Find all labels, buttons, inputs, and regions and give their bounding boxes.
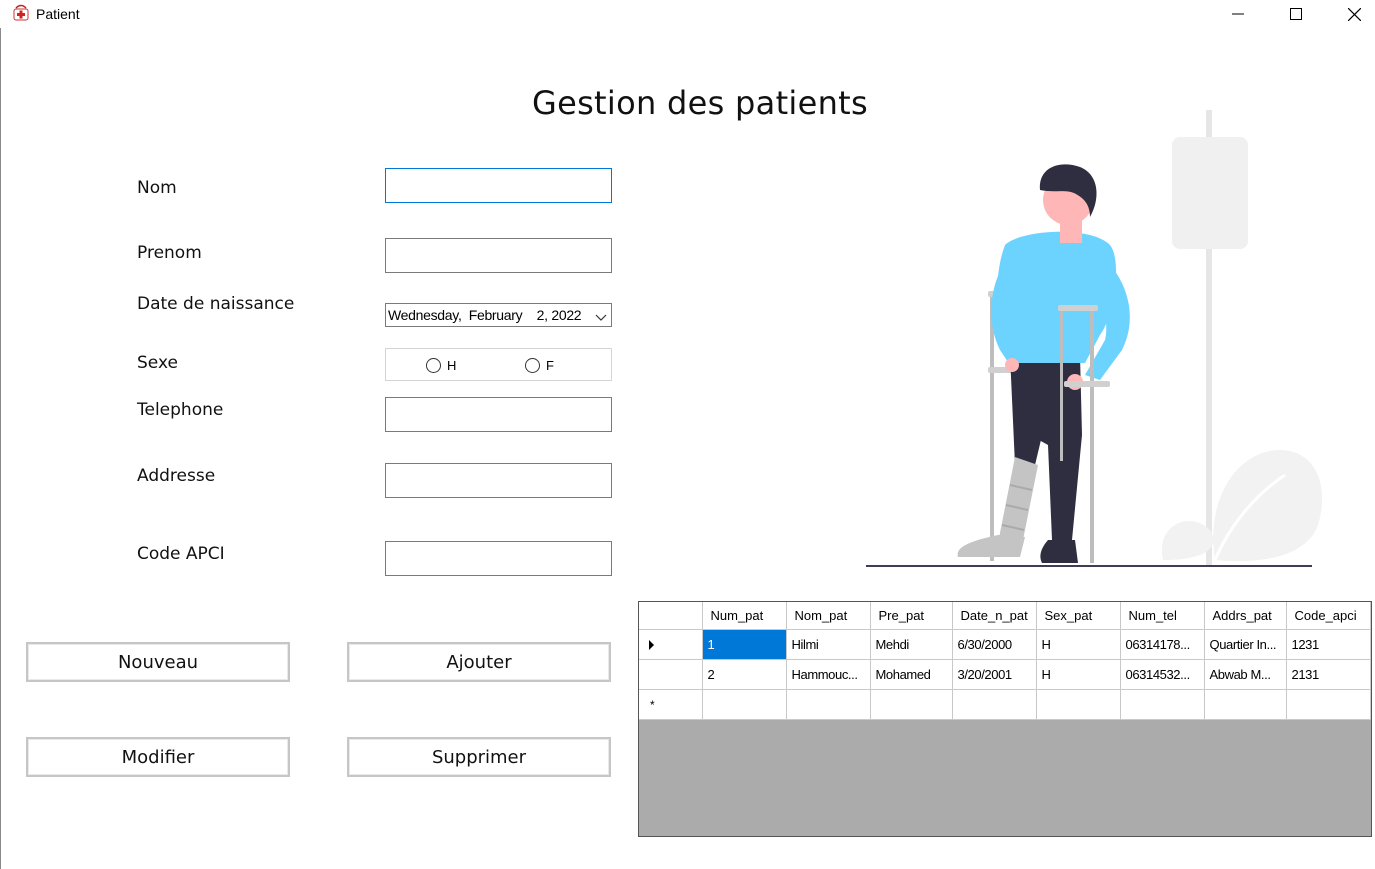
sexe-option-h: H — [447, 358, 457, 373]
column-header[interactable]: Pre_pat — [870, 602, 953, 630]
window-title: Patient — [36, 6, 80, 22]
chevron-down-icon[interactable] — [595, 309, 607, 325]
table-cell[interactable]: Quartier In... — [1204, 629, 1287, 660]
minimize-button[interactable] — [1209, 0, 1267, 28]
table-cell[interactable] — [702, 689, 787, 720]
table-cell[interactable] — [870, 689, 953, 720]
radio-circle-icon — [426, 358, 441, 373]
sexe-radio-f[interactable]: F — [525, 358, 554, 373]
column-header[interactable]: Nom_pat — [786, 602, 871, 630]
medical-cross-icon — [12, 4, 30, 22]
addresse-input[interactable] — [385, 463, 612, 498]
prenom-input[interactable] — [385, 238, 612, 273]
close-button[interactable] — [1325, 0, 1375, 28]
date-naissance-picker[interactable]: Wednesday, February 2, 2022 — [385, 303, 612, 327]
date-value: Wednesday, February 2, 2022 — [388, 307, 582, 323]
nom-label: Nom — [137, 178, 177, 198]
table-cell[interactable] — [1286, 689, 1371, 720]
column-header[interactable]: Code_apci — [1286, 602, 1371, 630]
column-header[interactable]: Date_n_pat — [952, 602, 1037, 630]
table-cell[interactable]: Hammouc... — [786, 659, 871, 690]
prenom-label: Prenom — [137, 243, 202, 263]
sexe-radio-h[interactable]: H — [426, 358, 456, 373]
table-cell[interactable] — [786, 689, 871, 720]
new-row[interactable]: * — [639, 689, 1371, 720]
row-header-corner — [639, 602, 703, 630]
maximize-button[interactable] — [1267, 0, 1325, 28]
column-header[interactable]: Sex_pat — [1036, 602, 1121, 630]
table-cell[interactable]: 2 — [702, 659, 787, 690]
patient-crutches-illustration — [866, 110, 1323, 567]
window-border — [0, 28, 1, 869]
table-cell[interactable]: 6/30/2000 — [952, 629, 1037, 660]
table-cell[interactable]: Abwab M... — [1204, 659, 1287, 690]
current-row-arrow-icon — [649, 640, 654, 651]
table-cell[interactable]: Hilmi — [786, 629, 871, 660]
supprimer-button[interactable]: Supprimer — [347, 737, 611, 777]
row-header[interactable]: * — [639, 689, 703, 720]
table-cell[interactable] — [952, 689, 1037, 720]
column-header[interactable]: Addrs_pat — [1204, 602, 1287, 630]
nouveau-button[interactable]: Nouveau — [26, 642, 290, 682]
sexe-option-f: F — [546, 358, 554, 373]
table-row[interactable]: 2 Hammouc... Mohamed 3/20/2001 H 0631453… — [639, 659, 1371, 690]
date-naissance-label: Date de naissance — [137, 294, 295, 314]
table-cell[interactable]: H — [1036, 629, 1121, 660]
new-row-marker: * — [650, 697, 655, 712]
table-cell[interactable]: 2131 — [1286, 659, 1371, 690]
table-cell[interactable]: 1 — [702, 629, 787, 660]
close-icon — [1347, 7, 1361, 21]
table-cell[interactable]: H — [1036, 659, 1121, 690]
table-cell[interactable]: 06314532... — [1120, 659, 1205, 690]
table-row[interactable]: 1 Hilmi Mehdi 6/30/2000 H 06314178... Qu… — [639, 629, 1371, 660]
grid-header-row: Num_pat Nom_pat Pre_pat Date_n_pat Sex_p… — [639, 602, 1371, 630]
column-header[interactable]: Num_tel — [1120, 602, 1205, 630]
table-cell[interactable]: 3/20/2001 — [952, 659, 1037, 690]
radio-circle-icon — [525, 358, 540, 373]
row-header[interactable] — [639, 659, 703, 690]
title-bar: Patient — [0, 0, 1375, 28]
ajouter-button[interactable]: Ajouter — [347, 642, 611, 682]
table-cell[interactable]: Mehdi — [870, 629, 953, 660]
sexe-label: Sexe — [137, 353, 178, 373]
maximize-icon — [1290, 8, 1302, 20]
column-header[interactable]: Num_pat — [702, 602, 787, 630]
telephone-label: Telephone — [137, 400, 224, 420]
table-cell[interactable]: 06314178... — [1120, 629, 1205, 660]
table-cell[interactable] — [1120, 689, 1205, 720]
sexe-group: H F — [385, 348, 612, 381]
code-apci-label: Code APCI — [137, 544, 225, 564]
table-cell[interactable] — [1204, 689, 1287, 720]
table-cell[interactable] — [1036, 689, 1121, 720]
modifier-button[interactable]: Modifier — [26, 737, 290, 777]
table-cell[interactable]: Mohamed — [870, 659, 953, 690]
telephone-input[interactable] — [385, 397, 612, 432]
row-header[interactable] — [639, 629, 703, 660]
code-apci-input[interactable] — [385, 541, 612, 576]
addresse-label: Addresse — [137, 466, 216, 486]
table-cell[interactable]: 1231 — [1286, 629, 1371, 660]
patients-data-grid[interactable]: Num_pat Nom_pat Pre_pat Date_n_pat Sex_p… — [638, 601, 1372, 837]
minimize-icon — [1232, 13, 1244, 15]
nom-input[interactable] — [385, 168, 612, 203]
